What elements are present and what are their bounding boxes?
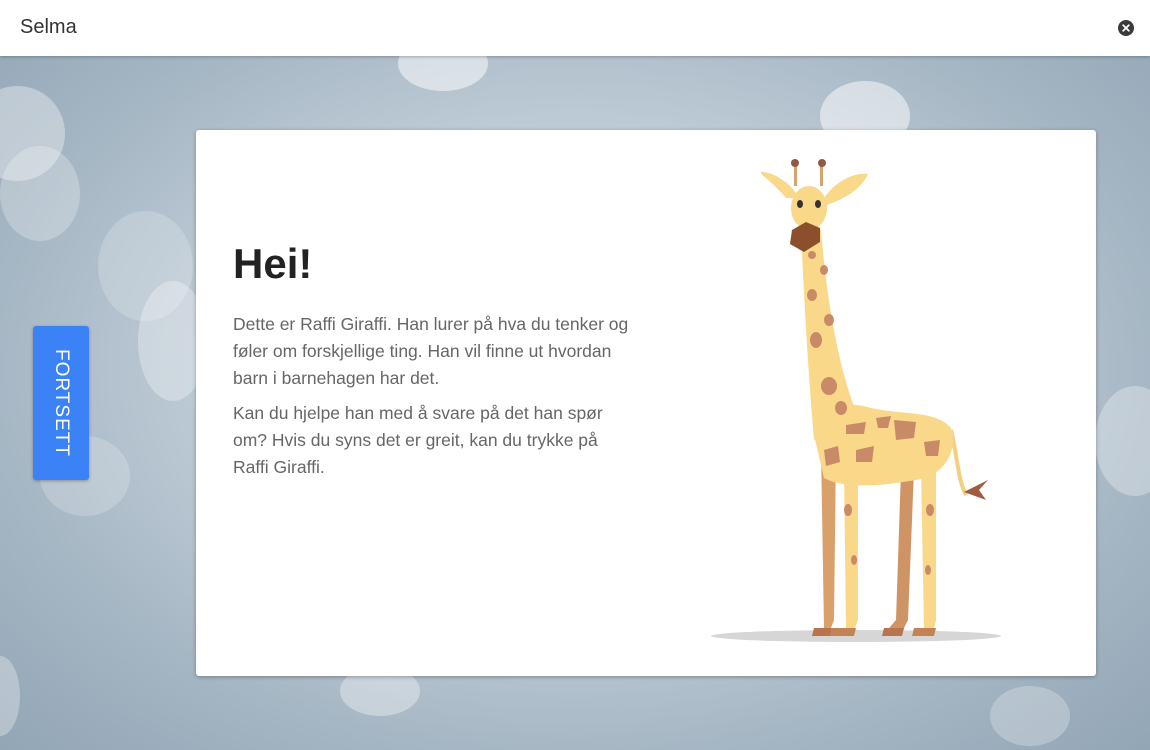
giraffe-illustration[interactable]: [696, 150, 1036, 660]
intro-paragraph: Kan du hjelpe han med å svare på det han…: [233, 403, 603, 477]
intro-card: Hei! Dette er Raffi Giraffi. Han lurer p…: [196, 130, 1096, 676]
continue-button[interactable]: FORTSETT: [33, 326, 89, 480]
close-icon[interactable]: [1118, 20, 1134, 36]
app-title: Selma: [20, 16, 77, 38]
continue-label: FORTSETT: [51, 349, 72, 457]
intro-paragraph: Dette er Raffi Giraffi. Han lurer på hva…: [233, 314, 629, 388]
intro-heading: Hei!: [233, 240, 313, 287]
top-bar: Selma: [0, 0, 1150, 56]
